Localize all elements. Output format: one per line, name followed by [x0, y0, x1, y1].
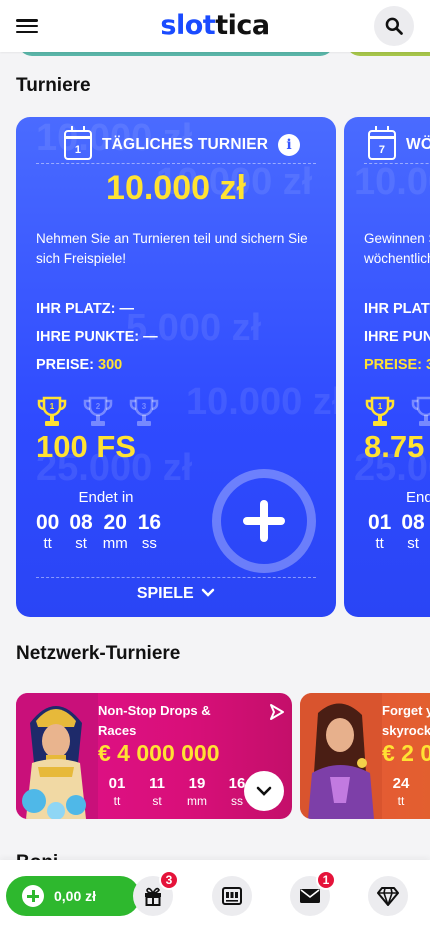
app-header: slottica — [0, 0, 430, 52]
divider — [36, 163, 316, 164]
trophy-silver-icon — [411, 396, 430, 426]
mail-icon — [300, 889, 320, 903]
tournaments-heading: Turniere — [16, 75, 91, 96]
tournament-title: WÖ — [406, 136, 430, 153]
logo[interactable]: slottica — [160, 10, 270, 41]
search-button[interactable] — [374, 6, 414, 46]
menu-icon[interactable] — [16, 17, 38, 35]
countdown-timer: 01 tt 08st — [368, 511, 425, 552]
trophy-silver-icon: 2 — [83, 396, 113, 426]
search-icon — [385, 17, 403, 35]
svg-text:2: 2 — [96, 402, 101, 411]
trophy-row: 1 2 3 — [36, 395, 160, 429]
ghost-prize-text: 10.000 zł — [354, 161, 430, 203]
ends-label: End — [406, 489, 430, 506]
network-tournament-card[interactable]: Non-Stop Drops & Races € 4 000 000 01 tt … — [16, 693, 292, 819]
tournament-card-daily[interactable]: 10.000 zł 10.000 zł 5.000 zł 10.000 zł 2… — [16, 117, 336, 617]
games-toggle[interactable]: SPIELE — [16, 585, 336, 603]
network-countdown-timer: 24 tt — [392, 775, 410, 808]
network-tournament-amount: € 2 0 — [382, 740, 430, 766]
tournament-description: Gewinnen S wöchentlich — [364, 231, 430, 266]
mail-badge: 1 — [316, 870, 336, 890]
messages-button[interactable]: 1 — [290, 870, 336, 916]
top-prize: 8.75 — [364, 429, 425, 464]
countdown-timer: 00 tt 08st 20 mm 16 ss — [36, 511, 162, 552]
tournament-header: 7 WÖ — [368, 126, 430, 160]
divider — [364, 163, 430, 164]
deposit-balance-button[interactable]: 0,00 zł — [6, 876, 140, 916]
info-icon[interactable]: i — [278, 134, 301, 156]
bottom-navigation: 0,00 zł 3 1 — [0, 860, 430, 932]
expand-button[interactable] — [244, 771, 284, 811]
slots-button[interactable] — [212, 876, 252, 916]
diamond-icon — [377, 887, 399, 906]
play-icon[interactable] — [268, 703, 286, 721]
divider — [36, 577, 316, 578]
join-tournament-plus-icon[interactable] — [212, 469, 316, 573]
tournament-prize: 10.000 zł — [106, 169, 246, 207]
svg-text:1: 1 — [378, 402, 383, 411]
network-tournament-title: Non-Stop Drops & Races — [98, 703, 211, 738]
network-countdown-timer: 01 tt 11st 19 mm 16 ss — [108, 775, 246, 808]
network-tournaments-heading: Netzwerk-Turniere — [16, 643, 181, 664]
svg-text:3: 3 — [142, 402, 147, 411]
tournament-stats: IHR PLATZ: — IHRE PUNKTE: — PREISE: 300 — [36, 301, 158, 373]
tournament-card-weekly[interactable]: 10.000 zł 25.000 zł 7 WÖ Gewinnen S wöch… — [344, 117, 430, 617]
tournament-header: 1 TÄGLICHES TURNIER i — [64, 126, 301, 160]
calendar-icon: 7 — [368, 126, 396, 160]
trophy-gold-icon: 1 — [37, 396, 67, 426]
trophy-bronze-icon: 3 — [129, 396, 159, 426]
network-tournament-card[interactable]: Forget y skyrock € 2 0 24 tt — [300, 693, 430, 819]
gift-badge: 3 — [159, 870, 179, 890]
svg-text:1: 1 — [50, 402, 55, 411]
network-tournament-amount: € 4 000 000 — [98, 740, 220, 766]
slot-machine-icon — [222, 887, 242, 905]
calendar-icon: 1 — [64, 126, 92, 160]
chevron-down-icon — [201, 588, 215, 597]
pharaoh-character-icon — [16, 693, 98, 819]
trophy-gold-icon: 1 — [365, 396, 395, 426]
ends-label: Endet in — [78, 489, 134, 506]
tournament-title: TÄGLICHES TURNIER — [102, 136, 269, 153]
top-prize: 100 FS — [36, 429, 136, 464]
gift-icon — [145, 887, 161, 906]
woman-character-icon — [300, 693, 382, 819]
plus-icon — [22, 885, 44, 907]
trophy-row: 1 — [364, 395, 430, 429]
vip-button[interactable] — [368, 876, 408, 916]
tournament-stats: IHR PLAT IHRE PUN PREISE: 3 — [364, 301, 430, 373]
ghost-prize-text: 10.000 zł — [186, 381, 336, 423]
tournament-description: Nehmen Sie an Turnieren teil und sichern… — [36, 231, 308, 266]
gifts-button[interactable]: 3 — [133, 870, 179, 916]
balance-value: 0,00 zł — [54, 888, 97, 904]
chevron-down-icon — [256, 786, 272, 796]
network-tournament-title: Forget y skyrock — [382, 703, 430, 738]
